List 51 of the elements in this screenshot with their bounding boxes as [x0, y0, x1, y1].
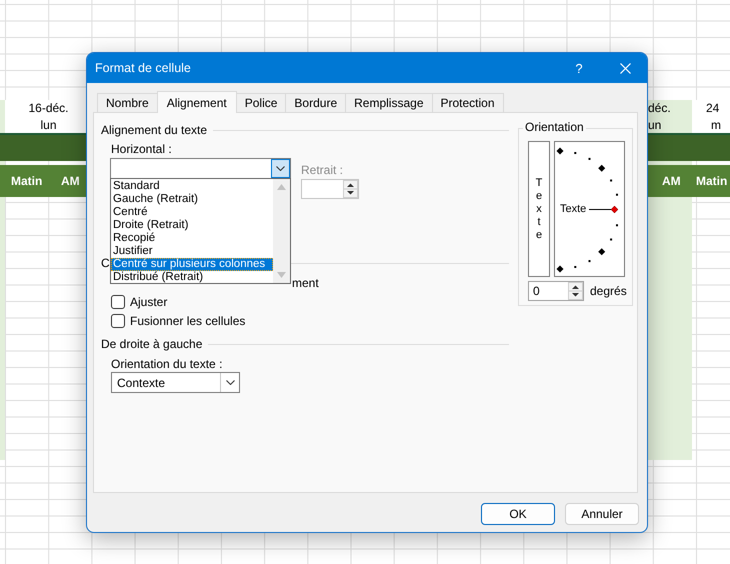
- table-cell-text: déc.: [647, 100, 672, 116]
- list-item[interactable]: Recopié: [111, 232, 273, 245]
- scroll-down-icon: [277, 272, 286, 278]
- text-direction-dropdown[interactable]: Contexte: [111, 372, 240, 393]
- close-icon: [620, 62, 630, 74]
- spin-arrows-icon: [343, 180, 358, 198]
- table-cell: m: [692, 116, 730, 133]
- scroll-up-icon: [277, 184, 286, 190]
- table-cell-text: AM: [661, 173, 682, 190]
- table-cell-text: AM: [60, 173, 81, 190]
- list-item[interactable]: Gauche (Retrait): [111, 193, 273, 206]
- field-label: Retrait :: [301, 162, 344, 178]
- chevron-down-icon: [276, 166, 285, 171]
- window-title: Format de cellule: [95, 61, 191, 75]
- field-label: degrés: [590, 284, 627, 298]
- field-label: Horizontal :: [111, 141, 173, 157]
- scrollbar[interactable]: [273, 179, 290, 283]
- table-cell-text: un: [647, 116, 662, 133]
- list-item[interactable]: Centré: [111, 206, 273, 219]
- spin-arrows-icon: [568, 282, 583, 300]
- table-cell: 24: [692, 100, 730, 116]
- dialog-button[interactable]: OK: [481, 503, 555, 525]
- tab[interactable]: Protection: [432, 93, 504, 112]
- pointer-icon: [589, 204, 620, 214]
- tab[interactable]: Nombre: [97, 93, 158, 112]
- tab[interactable]: Remplissage: [345, 93, 432, 112]
- degrees-spinner[interactable]: 0: [528, 281, 584, 301]
- orientation-dial[interactable]: Texte: [554, 141, 625, 277]
- vertical-text-button[interactable]: Texte: [528, 141, 550, 277]
- horizontal-dropdown[interactable]: [110, 158, 291, 179]
- list-item[interactable]: Distribué (Retrait): [111, 271, 273, 284]
- dial-label: Texte: [560, 203, 586, 215]
- dropdown-button[interactable]: [271, 159, 290, 178]
- group-title: Orientation: [523, 120, 586, 134]
- checkbox-label: ment: [292, 276, 319, 290]
- checkbox[interactable]: Ajuster: [111, 293, 168, 311]
- list-item[interactable]: Justifier: [111, 245, 273, 258]
- table-cell-text: Matin: [695, 173, 728, 190]
- list-item[interactable]: Droite (Retrait): [111, 219, 273, 232]
- help-button[interactable]: ?: [564, 53, 594, 83]
- dialog-button[interactable]: Annuler: [565, 503, 639, 525]
- group-title: Alignement du texte: [101, 123, 208, 137]
- checkbox[interactable]: Fusionner les cellules: [111, 312, 246, 330]
- list-item[interactable]: Standard: [111, 180, 273, 193]
- list-item[interactable]: Centré sur plusieurs colonnes: [111, 258, 273, 271]
- chevron-down-icon: [226, 380, 234, 385]
- table-cell-text: Matin: [10, 173, 44, 190]
- field-label: Orientation du texte :: [111, 356, 224, 372]
- tab[interactable]: Alignement: [156, 91, 237, 113]
- group-title: De droite à gauche: [101, 337, 204, 351]
- group-title: C: [101, 256, 111, 270]
